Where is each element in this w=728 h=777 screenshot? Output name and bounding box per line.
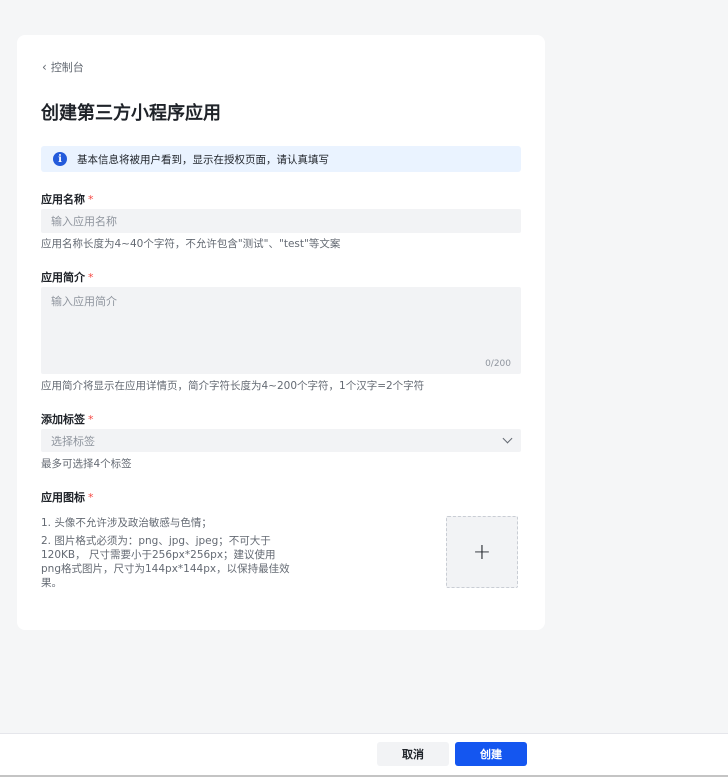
icon-label: 应用图标 * <box>41 489 94 505</box>
cancel-button[interactable]: 取消 <box>377 742 449 766</box>
footer-bar: 取消 创建 <box>0 733 728 777</box>
app-name-label: 应用名称 * <box>41 191 94 207</box>
icon-label-text: 应用图标 <box>41 491 85 504</box>
app-intro-label-text: 应用简介 <box>41 271 85 284</box>
tags-select-placeholder: 选择标签 <box>51 434 95 448</box>
required-mark: * <box>88 193 94 206</box>
tags-label-text: 添加标签 <box>41 413 85 426</box>
icon-rule-2: 2. 图片格式必须为：png、jpg、jpeg；不可大于120KB， 尺寸需要小… <box>41 535 290 589</box>
app-intro-label: 应用简介 * <box>41 269 94 285</box>
back-link-label: 控制台 <box>50 61 84 74</box>
tags-label: 添加标签 * <box>41 411 94 427</box>
app-intro-help: 应用简介将显示在应用详情页，简介字符长度为4~200个字符，1个汉字=2个字符 <box>41 380 425 392</box>
back-link[interactable]: ‹ 控制台 <box>42 59 84 75</box>
tags-help: 最多可选择4个标签 <box>41 458 132 470</box>
notice-text: 基本信息将被用户看到，显示在授权页面，请认真填写 <box>77 153 329 166</box>
icon-rule-1: 1. 头像不允许涉及政治敏感与色情； <box>41 517 212 529</box>
tags-select[interactable]: 选择标签 <box>41 429 521 452</box>
icon-upload-button[interactable]: + <box>446 516 518 588</box>
info-icon: i <box>53 152 67 166</box>
chevron-left-icon: ‹ <box>42 60 47 74</box>
icon-rules: 1. 头像不允许涉及政治敏感与色情； 2. 图片格式必须为：png、jpg、jp… <box>41 516 291 594</box>
app-name-input[interactable] <box>41 209 521 233</box>
info-notice: i 基本信息将被用户看到，显示在授权页面，请认真填写 <box>41 146 521 172</box>
app-intro-textarea[interactable] <box>41 287 521 374</box>
create-button[interactable]: 创建 <box>455 742 527 766</box>
required-mark: * <box>88 491 94 504</box>
page-title: 创建第三方小程序应用 <box>41 103 221 124</box>
required-mark: * <box>88 271 94 284</box>
app-name-label-text: 应用名称 <box>41 193 85 206</box>
char-counter: 0/200 <box>485 359 511 369</box>
plus-icon: + <box>472 539 492 565</box>
chevron-down-icon <box>502 433 513 444</box>
app-name-help: 应用名称长度为4~40个字符，不允许包含"测试"、"test"等文案 <box>41 238 341 250</box>
form-card: ‹ 控制台 创建第三方小程序应用 i 基本信息将被用户看到，显示在授权页面，请认… <box>17 35 545 630</box>
required-mark: * <box>88 413 94 426</box>
